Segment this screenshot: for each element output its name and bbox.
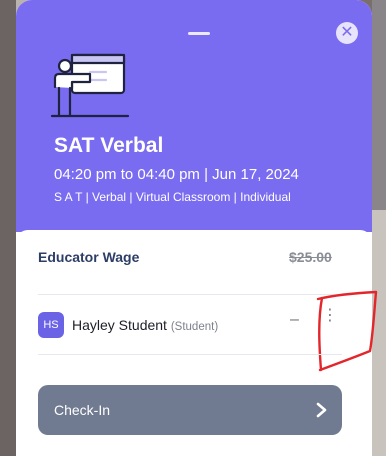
- background-right: [372, 0, 386, 456]
- educator-wage-value: $25.00: [289, 249, 332, 265]
- background-left-edge: [0, 0, 16, 456]
- session-title: SAT Verbal: [54, 134, 164, 157]
- check-in-label: Check-In: [54, 402, 111, 418]
- classroom-icon: [50, 53, 130, 118]
- divider: [38, 354, 342, 355]
- chevron-right-icon: [316, 402, 327, 418]
- divider: [38, 294, 342, 295]
- session-tags: S A T | Verbal | Virtual Classroom | Ind…: [54, 190, 291, 204]
- student-avatar: HS: [38, 312, 64, 338]
- drag-handle[interactable]: [188, 32, 210, 35]
- educator-wage-label: Educator Wage: [38, 249, 140, 265]
- sheet-header: ✕ SAT Verbal 04:20 pm to 04:40 pm | Jun …: [16, 0, 372, 232]
- check-in-button[interactable]: Check-In: [38, 385, 342, 435]
- student-name-row[interactable]: Hayley Student (Student): [72, 317, 218, 333]
- close-icon[interactable]: ✕: [336, 22, 358, 44]
- red-annotation-mark: [316, 290, 378, 372]
- student-role: (Student): [170, 321, 219, 333]
- student-name: Hayley Student: [72, 317, 167, 333]
- session-schedule: 04:20 pm to 04:40 pm | Jun 17, 2024: [54, 166, 299, 183]
- attendance-status-dash: –: [290, 311, 299, 328]
